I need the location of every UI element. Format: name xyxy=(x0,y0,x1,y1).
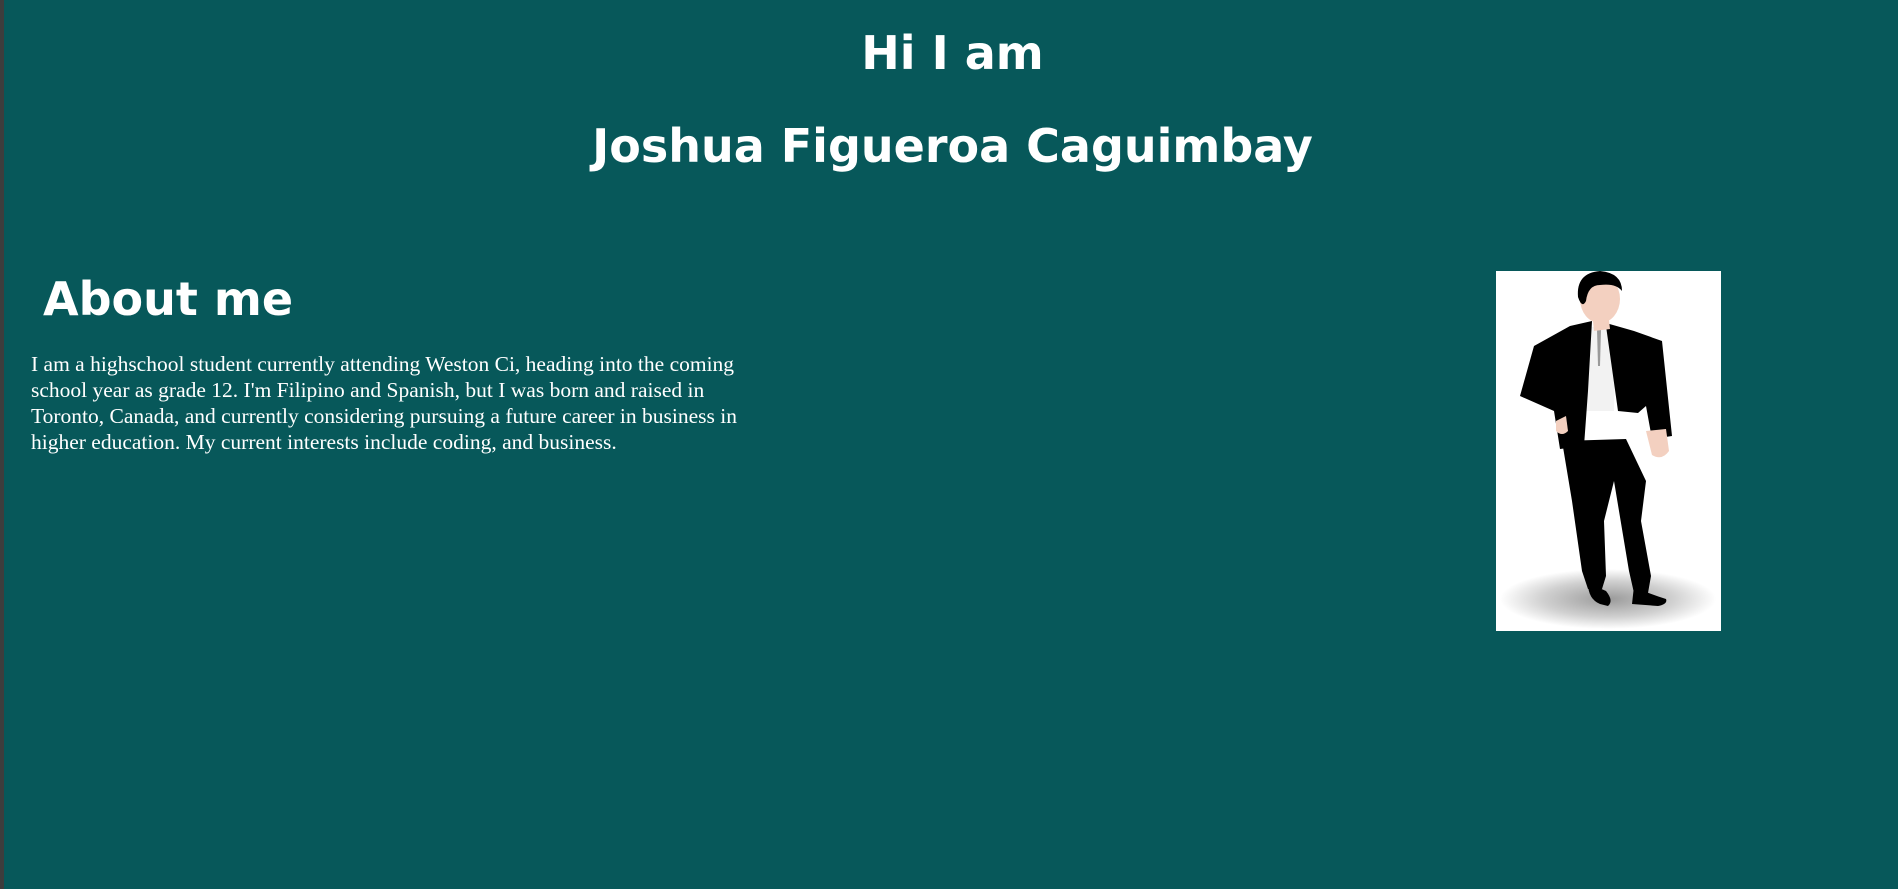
about-heading: About me xyxy=(43,272,294,326)
man-in-suit-icon xyxy=(1500,271,1716,629)
about-paragraph: I am a highschool student currently atte… xyxy=(31,352,737,454)
profile-image xyxy=(1496,271,1721,631)
name-heading: Joshua Figueroa Caguimbay xyxy=(592,119,1313,173)
greeting-heading: Hi I am xyxy=(861,26,1044,80)
